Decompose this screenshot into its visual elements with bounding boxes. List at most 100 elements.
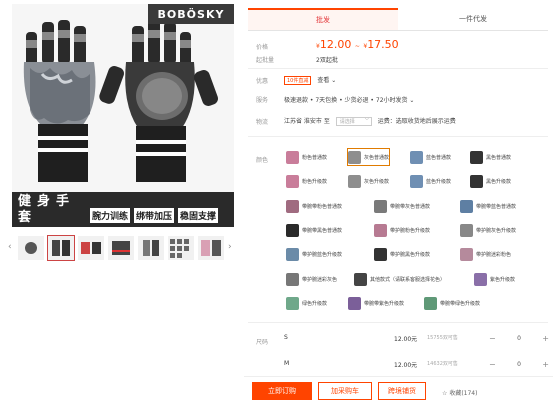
quantity-input[interactable]: 0 bbox=[511, 335, 527, 342]
minus-icon[interactable]: − bbox=[489, 334, 496, 343]
color-option-label: 带腕带黑色普通款 bbox=[302, 227, 343, 234]
color-option[interactable]: 带腕带绿色升级款 bbox=[424, 295, 480, 311]
ship-from: 江苏省 淮安市 bbox=[284, 118, 322, 125]
tab-dropship[interactable]: 一件代发 bbox=[398, 8, 548, 30]
chevron-right-icon[interactable]: › bbox=[228, 242, 232, 252]
banner-tag: 绑带加压 bbox=[134, 208, 175, 223]
purchase-tabs: 批发 一件代发 bbox=[248, 8, 548, 31]
swatch bbox=[410, 150, 423, 164]
size-price: 12.00元 bbox=[394, 336, 418, 343]
thumbnail[interactable] bbox=[138, 236, 164, 260]
color-option[interactable]: 黑色普通款 bbox=[470, 149, 511, 165]
color-option[interactable]: 带护腕黑色升级款 bbox=[374, 246, 430, 262]
color-option-label: 紫色升级款 bbox=[490, 276, 516, 283]
color-option[interactable]: 其他款式（请联系客服选择花色） bbox=[354, 271, 445, 287]
swatch bbox=[460, 247, 473, 261]
color-option-label: 粉色升级款 bbox=[302, 178, 328, 185]
promo-row: 10件直减 查看 ⌄ bbox=[284, 75, 336, 85]
plus-icon[interactable]: + bbox=[542, 334, 549, 343]
swatch bbox=[460, 223, 473, 237]
buy-now-button[interactable]: 立即订购 bbox=[252, 382, 312, 400]
color-option[interactable]: 绿色升级款 bbox=[286, 295, 327, 311]
banner-tag: 稳固支撑 bbox=[178, 208, 219, 223]
cross-border-button[interactable]: 跨境铺货 bbox=[378, 382, 426, 400]
minus-icon[interactable]: − bbox=[489, 360, 496, 369]
main-product-image[interactable]: BOBÖSKY 健身手套 腕力训练 绑带加压 稳固支撑 bbox=[12, 4, 234, 227]
thumbnail[interactable] bbox=[78, 236, 104, 260]
color-option-label: 灰色普通款 bbox=[364, 154, 390, 161]
color-option-label: 带护腕迷彩灰色 bbox=[302, 276, 338, 283]
color-option[interactable]: 带腕带黑色普通款 bbox=[286, 222, 342, 238]
color-label: 颜色 bbox=[256, 157, 269, 164]
swatch bbox=[348, 296, 361, 310]
swatch bbox=[374, 199, 387, 213]
color-option[interactable]: 粉色普通款 bbox=[286, 149, 327, 165]
thumbnail[interactable] bbox=[18, 236, 44, 260]
service-label: 服务 bbox=[256, 97, 269, 104]
plus-icon[interactable]: + bbox=[542, 360, 549, 369]
color-option[interactable]: 带护腕粉色升级款 bbox=[374, 222, 430, 238]
thumbnail[interactable] bbox=[47, 235, 75, 261]
color-option[interactable]: 灰色普通款 bbox=[346, 148, 391, 166]
quantity-stepper: − 0 + bbox=[489, 331, 549, 345]
favorite-button[interactable]: ☆ 收藏(174) bbox=[442, 388, 477, 397]
color-option[interactable]: 带护腕蓝色升级款 bbox=[286, 246, 342, 262]
color-option[interactable]: 带护腕迷彩粉色 bbox=[460, 246, 511, 262]
promo-label: 优惠 bbox=[256, 78, 269, 85]
add-to-cart-button[interactable]: 加采购车 bbox=[318, 382, 372, 400]
star-icon: ☆ bbox=[442, 390, 448, 397]
chevron-left-icon[interactable]: ‹ bbox=[8, 242, 12, 252]
thumbnail[interactable] bbox=[198, 236, 224, 260]
thumbnail[interactable] bbox=[168, 236, 194, 260]
quantity-input[interactable]: 0 bbox=[511, 361, 527, 368]
color-option-label: 带腕带粉色普通款 bbox=[302, 203, 343, 210]
swatch bbox=[374, 247, 387, 261]
color-option[interactable]: 带护腕迷彩灰色 bbox=[286, 271, 337, 287]
color-option[interactable]: 带腕带灰色普通款 bbox=[374, 198, 430, 214]
color-option[interactable]: 蓝色普通款 bbox=[410, 149, 451, 165]
promo-view-link[interactable]: 查看 ⌄ bbox=[317, 77, 336, 84]
swatch bbox=[286, 150, 299, 164]
swatch bbox=[286, 247, 299, 261]
service-text[interactable]: 极速退款 • 7天包换 • 少货必退 • 72小时发货 ⌄ bbox=[284, 95, 414, 104]
thumbnail[interactable] bbox=[108, 236, 134, 260]
price-range: ¥12.00 ~ ¥17.50 bbox=[316, 38, 399, 51]
swatch bbox=[286, 174, 299, 188]
product-banner: 健身手套 腕力训练 绑带加压 稳固支撑 bbox=[12, 192, 234, 227]
size-stock: 14632双可售 bbox=[427, 361, 458, 367]
color-option[interactable]: 带腕带紫色升级款 bbox=[348, 295, 404, 311]
color-option-label: 黑色普通款 bbox=[486, 154, 512, 161]
color-option[interactable]: 紫色升级款 bbox=[474, 271, 515, 287]
size-price: 12.00元 bbox=[394, 362, 418, 369]
color-option[interactable]: 带护腕灰色升级款 bbox=[460, 222, 516, 238]
color-option-label: 带腕带绿色升级款 bbox=[440, 300, 481, 307]
banner-tags: 腕力训练 绑带加压 稳固支撑 bbox=[90, 208, 219, 223]
color-option[interactable]: 灰色升级款 bbox=[348, 173, 389, 189]
thumbnail-strip: ‹ › bbox=[8, 235, 236, 261]
swatch bbox=[374, 223, 387, 237]
size-stock: 15755双可售 bbox=[427, 335, 458, 341]
tab-wholesale[interactable]: 批发 bbox=[248, 8, 398, 30]
swatch bbox=[354, 272, 367, 286]
color-option-label: 带护腕粉色升级款 bbox=[390, 227, 431, 234]
banner-title: 健身手套 bbox=[18, 194, 76, 225]
brand-logo: BOBÖSKY bbox=[148, 4, 234, 24]
banner-tag: 腕力训练 bbox=[90, 208, 131, 223]
swatch bbox=[348, 150, 361, 164]
color-option[interactable]: 黑色升级款 bbox=[470, 173, 511, 189]
color-option-label: 带护腕迷彩粉色 bbox=[476, 251, 512, 258]
color-option[interactable]: 带腕带粉色普通款 bbox=[286, 198, 342, 214]
swatch bbox=[474, 272, 487, 286]
color-option[interactable]: 带腕带蓝色普通款 bbox=[460, 198, 516, 214]
color-option-label: 其他款式（请联系客服选择花色） bbox=[370, 276, 446, 283]
swatch bbox=[286, 223, 299, 237]
color-option-label: 灰色升级款 bbox=[364, 178, 390, 185]
color-option[interactable]: 粉色升级款 bbox=[286, 173, 327, 189]
color-option[interactable]: 蓝色升级款 bbox=[410, 173, 451, 189]
address-select[interactable]: 请选择 bbox=[335, 116, 372, 126]
color-option-label: 带腕带灰色普通款 bbox=[390, 203, 431, 210]
swatch bbox=[286, 296, 299, 310]
color-option-label: 带腕带蓝色普通款 bbox=[476, 203, 517, 210]
product-gallery: BOBÖSKY 健身手套 腕力训练 绑带加压 稳固支撑 ‹ › bbox=[0, 0, 240, 405]
price-high: 17.50 bbox=[367, 38, 399, 51]
